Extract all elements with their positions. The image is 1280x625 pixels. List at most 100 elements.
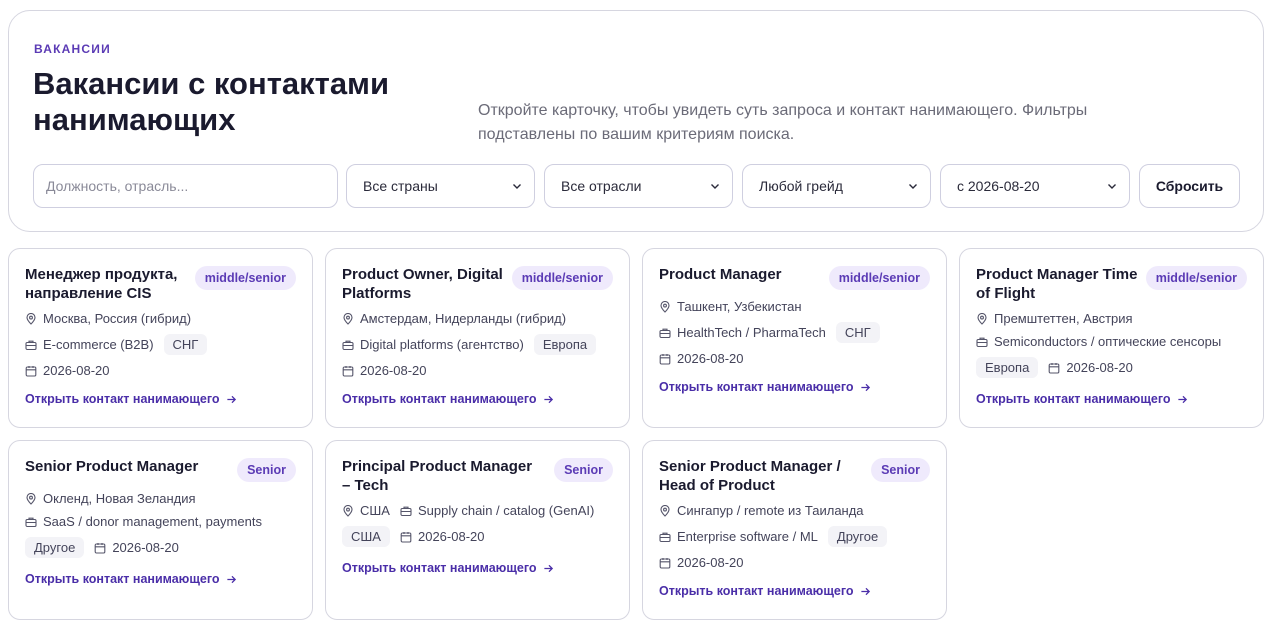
search-input[interactable] [46,178,325,194]
grade-badge: Senior [871,458,930,482]
open-contact-label: Открыть контакт нанимающего [342,561,537,575]
country-select-value: Все страны [363,178,438,194]
job-title: Product Manager [659,266,782,283]
reset-button[interactable]: Сбросить [1139,164,1240,208]
grade-badge: middle/senior [1145,266,1247,290]
briefcase-icon [400,506,412,516]
job-card[interactable]: Senior Product Manager Senior Окленд, Но… [8,440,313,620]
job-date: 2026-08-20 [417,529,485,544]
grade-select[interactable]: Любой грейд [742,164,931,208]
briefcase-icon [25,340,37,350]
grade-badge: Senior [237,458,296,482]
filters-panel: ВАКАНСИИ Вакансии с контактами нанимающи… [8,10,1264,232]
region-tag: Другое [827,526,888,547]
open-contact-link[interactable]: Открыть контакт нанимающего [659,380,871,394]
job-location: США [360,503,390,518]
open-contact-label: Открыть контакт нанимающего [659,380,854,394]
open-contact-link[interactable]: Открыть контакт нанимающего [342,561,554,575]
arrow-right-icon [860,587,870,595]
job-card[interactable]: Principal Product Manager – Tech Senior … [325,440,630,620]
job-location: Москва, Россия (гибрид) [43,311,192,326]
job-industry: Enterprise software / ML [677,529,818,544]
job-location: Премштеттен, Австрия [994,311,1133,326]
arrow-right-icon [860,383,870,391]
map-pin-icon [660,300,670,313]
open-contact-link[interactable]: Открыть контакт нанимающего [976,392,1188,406]
job-title: Senior Product Manager [25,458,199,475]
map-pin-icon [26,312,36,325]
open-contact-link[interactable]: Открыть контакт нанимающего [659,584,871,598]
job-date: 2026-08-20 [677,555,744,570]
grade-badge: Senior [554,458,613,482]
job-date: 2026-08-20 [43,363,110,378]
job-date: 2026-08-20 [360,363,427,378]
chevron-down-icon [513,184,521,189]
region-tag: Европа [533,334,597,355]
search-field[interactable] [33,164,338,208]
job-industry: Digital platforms (агентство) [360,337,524,352]
calendar-icon [25,365,37,377]
arrow-right-icon [543,564,553,572]
region-tag: США [342,526,390,547]
job-title: Product Manager Time of Flight [976,266,1138,302]
open-contact-label: Открыть контакт нанимающего [25,392,220,406]
grade-badge: middle/senior [511,266,613,290]
open-contact-label: Открыть контакт нанимающего [659,584,854,598]
job-location: Сингапур / remote из Таиланда [677,503,864,518]
country-select[interactable]: Все страны [346,164,535,208]
job-title: Senior Product Manager / Head of Product [659,458,841,494]
job-location: Ташкент, Узбекистан [677,299,802,314]
calendar-icon [659,353,671,365]
calendar-icon [400,531,412,543]
arrow-right-icon [543,395,553,403]
briefcase-icon [659,532,671,542]
grade-badge: middle/senior [194,266,296,290]
open-contact-link[interactable]: Открыть контакт нанимающего [342,392,554,406]
job-title: Менеджер продукта, направление CIS [25,266,178,302]
briefcase-icon [659,328,671,338]
arrow-right-icon [1177,395,1187,403]
job-industry: HealthTech / PharmaTech [677,325,826,340]
industry-select[interactable]: Все отрасли [544,164,733,208]
map-pin-icon [343,504,353,517]
map-pin-icon [343,312,353,325]
job-date: 2026-08-20 [677,351,744,366]
region-tag: СНГ [163,334,208,355]
job-date: 2026-08-20 [112,540,179,555]
open-contact-link[interactable]: Открыть контакт нанимающего [25,392,237,406]
calendar-icon [659,557,671,569]
job-industry: Supply chain / catalog (GenAI) [417,503,595,518]
chevron-down-icon [711,184,719,189]
job-title: Principal Product Manager – Tech [342,458,533,494]
job-card[interactable]: Senior Product Manager / Head of Product… [642,440,947,620]
chevron-down-icon [1108,184,1116,189]
date-select-value: с 2026-08-20 [957,178,1040,194]
map-pin-icon [660,504,670,517]
chevron-down-icon [909,184,917,189]
section-eyebrow: ВАКАНСИИ [34,42,111,56]
briefcase-icon [25,517,37,527]
job-card[interactable]: Менеджер продукта, направление CIS middl… [8,248,313,428]
open-contact-label: Открыть контакт нанимающего [342,392,537,406]
intro-text: Откройте карточку, чтобы увидеть суть за… [478,102,1088,143]
open-contact-link[interactable]: Открыть контакт нанимающего [25,572,237,586]
briefcase-icon [976,337,988,347]
briefcase-icon [342,340,354,350]
open-contact-label: Открыть контакт нанимающего [976,392,1171,406]
page-title: Вакансии с контактами нанимающих [33,66,390,137]
region-tag: СНГ [835,322,880,343]
job-card[interactable]: Product Manager Time of Flight middle/se… [959,248,1264,428]
job-industry: Semiconductors / оптические сенсоры [994,334,1222,349]
arrow-right-icon [226,395,236,403]
job-location: Окленд, Новая Зеландия [43,491,196,506]
job-card[interactable]: Product Manager middle/senior Ташкент, У… [642,248,947,428]
region-tag: Другое [25,537,85,558]
calendar-icon [342,365,354,377]
industry-select-value: Все отрасли [561,178,642,194]
grade-select-value: Любой грейд [759,178,843,194]
job-title: Product Owner, Digital Platforms [342,266,503,302]
job-card[interactable]: Product Owner, Digital Platforms middle/… [325,248,630,428]
date-select[interactable]: с 2026-08-20 [940,164,1130,208]
region-tag: Европа [976,357,1039,378]
open-contact-label: Открыть контакт нанимающего [25,572,220,586]
